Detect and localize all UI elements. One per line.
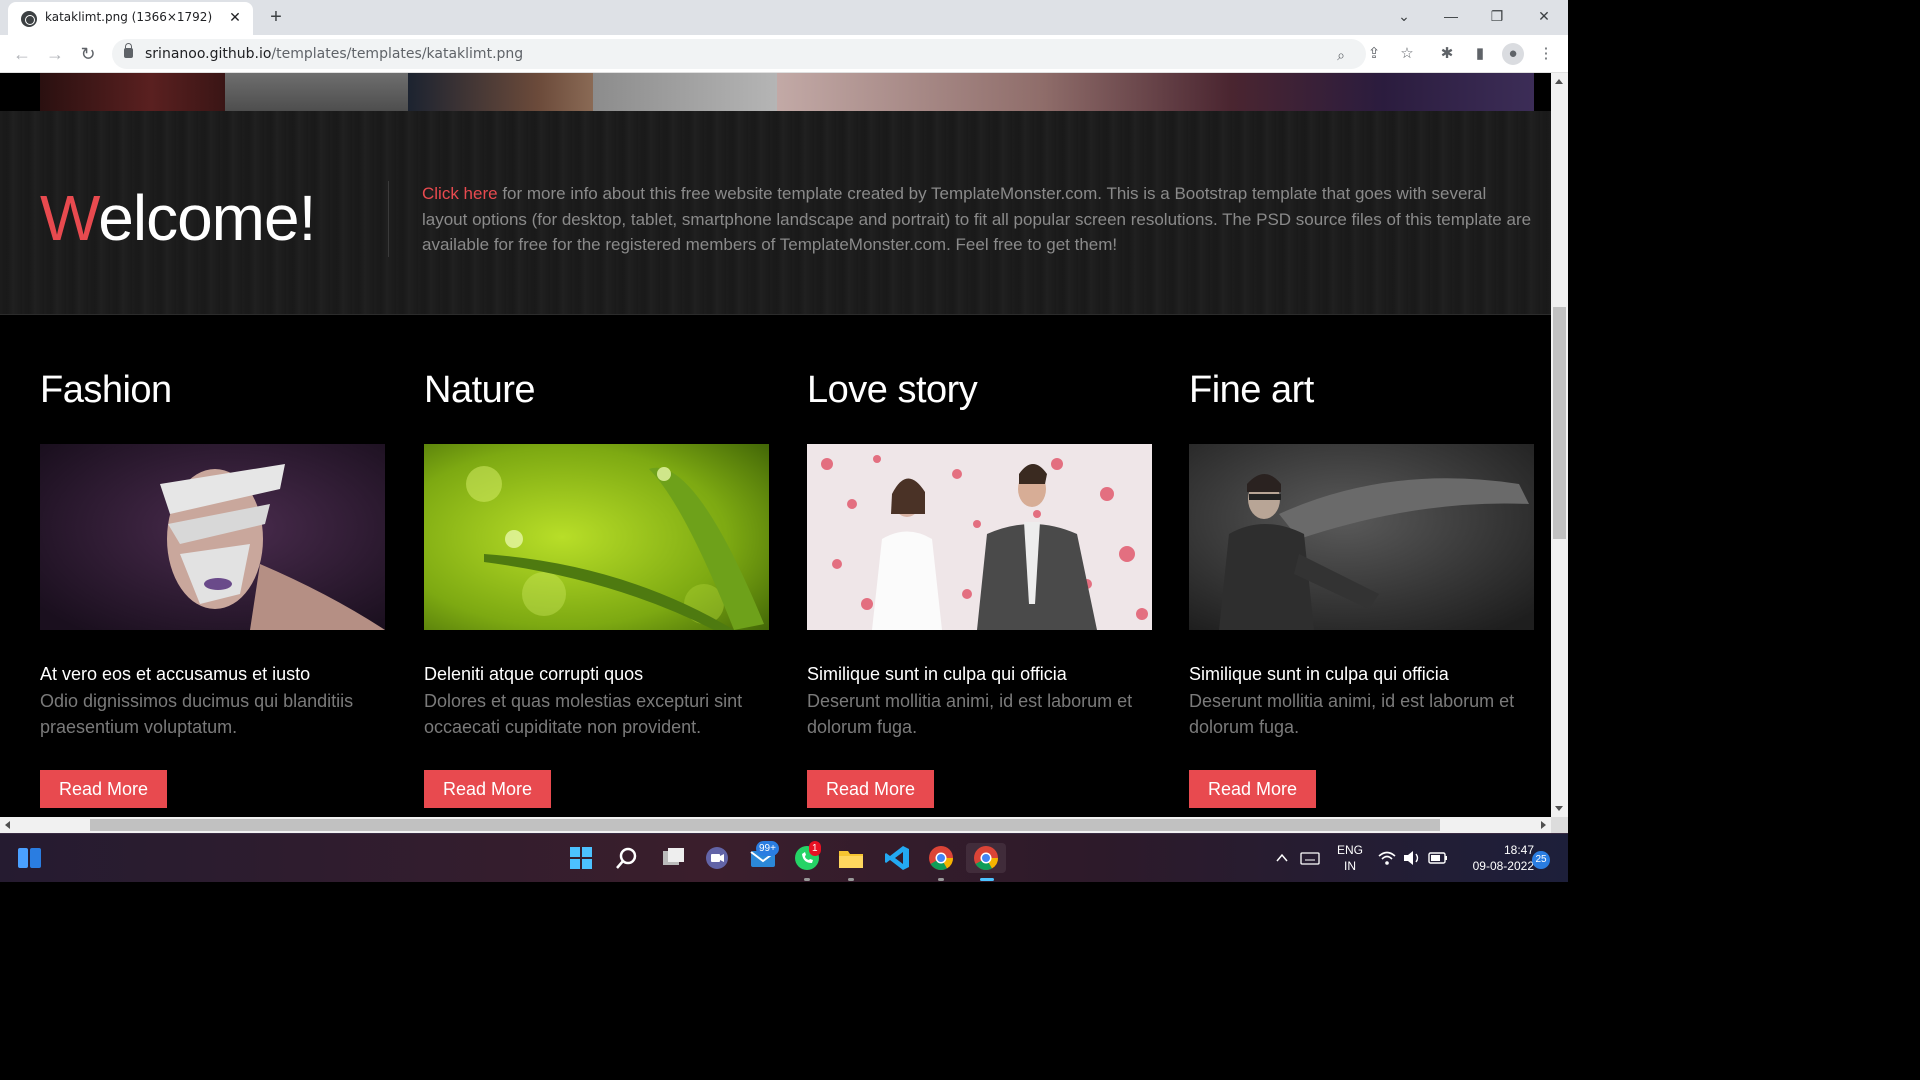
read-more-button[interactable]: Read More: [1189, 770, 1316, 808]
column-text: Deserunt mollitia animi, id est laborum …: [1189, 691, 1515, 737]
extensions-icon[interactable]: ✱: [1436, 43, 1458, 65]
active-indicator: [980, 878, 994, 881]
read-more-button[interactable]: Read More: [807, 770, 934, 808]
volume-icon[interactable]: [1401, 843, 1423, 873]
column-text: Odio dignissimos ducimus qui blanditiis …: [40, 691, 354, 737]
click-here-link[interactable]: Click here: [422, 184, 498, 203]
welcome-text: Click here for more info about this free…: [422, 181, 1532, 258]
wifi-icon[interactable]: [1376, 843, 1398, 873]
restore-button[interactable]: ❐: [1482, 4, 1512, 28]
url-host: srinanoo.github.io: [145, 46, 272, 62]
browser-tab-strip: kataklimt.png (1366×1792) ✕ + ⌄ — ❐ ✕: [0, 0, 1568, 35]
url-text[interactable]: srinanoo.github.io/templates/templates/k…: [145, 46, 523, 62]
language-indicator[interactable]: ENG: [1333, 843, 1367, 857]
mail-icon[interactable]: 99+: [748, 841, 779, 873]
scroll-up-arrow-icon[interactable]: [1555, 79, 1563, 84]
slide-image: [777, 73, 1534, 111]
whatsapp-icon[interactable]: 1: [792, 841, 822, 873]
task-view-icon[interactable]: [658, 843, 688, 873]
start-windows-icon[interactable]: [566, 843, 596, 873]
whatsapp-badge: 1: [809, 841, 821, 856]
minimize-button[interactable]: —: [1436, 4, 1466, 28]
column-subtitle: At vero eos et accusamus et iusto: [40, 664, 311, 684]
forward-button[interactable]: →: [42, 41, 68, 67]
clock-date[interactable]: 09-08-2022: [1452, 859, 1534, 873]
fashion-image[interactable]: [40, 444, 385, 630]
welcome-heading: Welcome!: [40, 181, 316, 255]
slide-image: [593, 73, 777, 111]
slide-image: [225, 73, 408, 111]
horizontal-scroll-thumb[interactable]: [90, 819, 1440, 831]
keyboard-icon[interactable]: [1298, 843, 1322, 873]
file-explorer-icon[interactable]: [836, 843, 866, 873]
chrome-icon[interactable]: [926, 843, 956, 873]
column-heading: Nature: [424, 369, 536, 411]
running-indicator: [804, 878, 810, 881]
share-icon[interactable]: ⇪: [1363, 43, 1385, 65]
welcome-heading-rest: elcome!: [98, 182, 316, 254]
divider: [388, 181, 389, 257]
vertical-scroll-thumb[interactable]: [1553, 307, 1566, 539]
column-subtitle: Similique sunt in culpa qui officia: [807, 664, 1067, 684]
close-window-button[interactable]: ✕: [1529, 4, 1559, 28]
reload-button[interactable]: ↻: [75, 41, 101, 67]
chrome-active-icon[interactable]: [966, 843, 1006, 873]
vscode-icon[interactable]: [882, 843, 912, 873]
running-indicator: [848, 878, 854, 881]
taskbar: 99+ 1 ENG IN 18:47 09-08-2022 25: [0, 833, 1568, 882]
horizontal-scrollbar[interactable]: [0, 817, 1551, 833]
tab-title: kataklimt.png (1366×1792): [45, 10, 213, 24]
tab-search-icon[interactable]: ⌄: [1389, 4, 1419, 28]
love-story-image[interactable]: [807, 444, 1152, 630]
globe-icon: [21, 11, 37, 27]
slide-image: [40, 73, 225, 111]
search-icon[interactable]: [612, 843, 642, 873]
scroll-right-arrow-icon[interactable]: [1541, 821, 1546, 829]
nature-image[interactable]: [424, 444, 769, 630]
url-path: /templates/templates/kataklimt.png: [271, 46, 524, 62]
close-tab-icon[interactable]: ✕: [225, 7, 245, 27]
new-tab-button[interactable]: +: [264, 5, 288, 29]
notification-count-badge[interactable]: 25: [1532, 851, 1550, 869]
welcome-section: Welcome! Click here for more info about …: [0, 111, 1551, 315]
menu-kebab-icon[interactable]: ⋮: [1535, 43, 1557, 65]
widgets-icon[interactable]: [15, 843, 45, 873]
read-more-button[interactable]: Read More: [40, 770, 167, 808]
running-indicator: [938, 878, 944, 881]
region-indicator[interactable]: IN: [1333, 859, 1367, 873]
mail-badge: 99+: [756, 841, 779, 856]
column-text: Deserunt mollitia animi, id est laborum …: [807, 691, 1133, 737]
back-button[interactable]: ←: [9, 41, 35, 67]
zoom-icon[interactable]: ⌕: [1333, 47, 1349, 63]
vertical-scrollbar[interactable]: [1551, 73, 1568, 817]
column-heading: Love story: [807, 369, 978, 411]
welcome-heading-initial: W: [40, 182, 99, 254]
column-heading: Fine art: [1189, 369, 1314, 411]
slider-images-strip: [40, 73, 1534, 111]
browser-tab[interactable]: kataklimt.png (1366×1792) ✕: [8, 2, 253, 35]
slide-image: [408, 73, 593, 111]
bookmark-star-icon[interactable]: ☆: [1396, 43, 1418, 65]
profile-avatar-icon[interactable]: ●: [1502, 43, 1524, 65]
lock-icon: [124, 43, 133, 58]
column-subtitle: Deleniti atque corrupti quos: [424, 664, 644, 684]
teams-chat-icon[interactable]: [702, 843, 732, 873]
scroll-down-arrow-icon[interactable]: [1555, 806, 1563, 811]
address-bar[interactable]: srinanoo.github.io/templates/templates/k…: [112, 39, 1366, 69]
chevron-up-icon[interactable]: [1272, 843, 1292, 873]
side-panel-icon[interactable]: ▮: [1469, 43, 1491, 65]
page-viewport: Welcome! Click here for more info about …: [0, 73, 1551, 817]
column-heading: Fashion: [40, 369, 172, 411]
read-more-button[interactable]: Read More: [424, 770, 551, 808]
clock-time[interactable]: 18:47: [1458, 843, 1534, 857]
column-subtitle: Similique sunt in culpa qui officia: [1189, 664, 1449, 684]
fine-art-image[interactable]: [1189, 444, 1534, 630]
scroll-left-arrow-icon[interactable]: [5, 821, 10, 829]
welcome-body: for more info about this free website te…: [422, 184, 1532, 254]
column-text: Dolores et quas molestias excepturi sint…: [424, 691, 743, 737]
scrollbar-corner: [1551, 817, 1568, 833]
browser-toolbar: ← → ↻ srinanoo.github.io/templates/templ…: [0, 35, 1568, 73]
battery-icon[interactable]: [1426, 843, 1450, 873]
